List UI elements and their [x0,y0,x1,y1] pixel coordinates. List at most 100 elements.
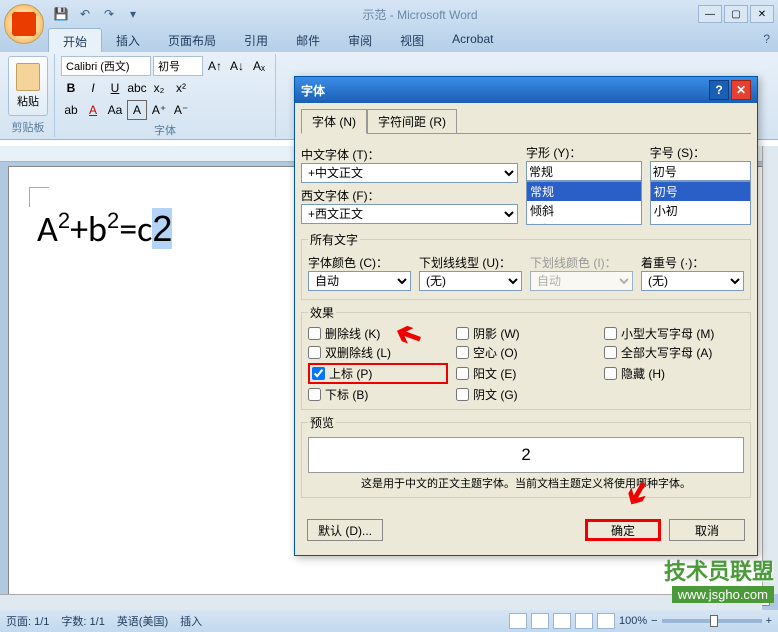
maximize-button[interactable]: ▢ [724,5,748,23]
font-dialog: 字体 ? ✕ 字体 (N) 字符间距 (R) 中文字体 (T)： +中文正文 西… [294,76,758,556]
font-group-label: 字体 [61,120,269,138]
tab-insert[interactable]: 插入 [102,28,154,52]
ok-button[interactable]: 确定 [585,519,661,541]
en-font-combo[interactable]: +西文正文 [301,204,518,224]
style-input[interactable] [526,161,642,181]
close-button[interactable]: ✕ [750,5,774,23]
preview-label: 预览 [308,414,336,431]
default-button[interactable]: 默认 (D)... [307,519,383,541]
superscript-button[interactable]: x² [171,78,191,98]
strike-checkbox[interactable]: 删除线 (K) [308,325,448,342]
emboss-checkbox[interactable]: 阳文 (E) [456,363,596,384]
zoom-in-button[interactable]: + [766,615,772,627]
grow-button[interactable]: A⁺ [149,100,169,120]
word-count[interactable]: 字数: 1/1 [61,613,104,629]
font-group: A↑ A↓ Aₓ B I U abc x₂ x² ab A Aa A A⁺ A⁻… [55,54,276,137]
language-status[interactable]: 英语(美国) [117,613,168,629]
draft-view[interactable] [597,613,615,629]
subscript-checkbox[interactable]: 下标 (B) [308,386,448,403]
list-item[interactable]: 初号 [651,182,750,201]
all-text-group: 所有文字 字体颜色 (C)：自动 下划线线型 (U)：(无) 下划线颜色 (I)… [301,231,751,300]
tab-references[interactable]: 引用 [230,28,282,52]
shadow-checkbox[interactable]: 阴影 (W) [456,325,596,342]
paste-button[interactable]: 粘贴 [8,56,48,116]
vertical-scrollbar[interactable] [762,146,778,594]
char-border-button[interactable]: A [127,100,147,120]
list-item[interactable]: 倾斜 [527,201,641,220]
office-button[interactable] [4,4,44,44]
zoom-level[interactable]: 100% [619,615,647,627]
font-color-combo[interactable]: 自动 [308,271,411,291]
grow-font-icon[interactable]: A↑ [205,56,225,76]
ribbon-tabs: 开始 插入 页面布局 引用 邮件 审阅 视图 Acrobat ? [0,28,778,52]
dialog-close-button[interactable]: ✕ [731,80,751,100]
clipboard-icon [16,63,40,91]
dialog-help-button[interactable]: ? [709,80,729,100]
change-case-button[interactable]: Aa [105,100,125,120]
horizontal-scrollbar[interactable] [0,594,762,610]
dialog-tab-font[interactable]: 字体 (N) [301,109,367,134]
clipboard-group: 粘贴 剪贴板 [2,54,55,137]
engrave-checkbox[interactable]: 阴文 (G) [456,386,596,403]
font-size-select[interactable] [153,56,203,76]
effects-group: 效果 删除线 (K) 阴影 (W) 小型大写字母 (M) 双删除线 (L) 空心… [301,304,751,410]
list-item[interactable]: 一号 [651,220,750,225]
dialog-tab-spacing[interactable]: 字符间距 (R) [367,109,457,134]
font-color-button[interactable]: A [83,100,103,120]
list-item[interactable]: 加粗 [527,220,641,225]
outline-view[interactable] [575,613,593,629]
emphasis-combo[interactable]: (无) [641,271,744,291]
list-item[interactable]: 小初 [651,201,750,220]
clipboard-group-label: 剪贴板 [8,117,48,135]
print-layout-view[interactable] [509,613,527,629]
tab-layout[interactable]: 页面布局 [154,28,230,52]
size-label: 字号 (S)： [650,144,751,161]
list-item[interactable]: 常规 [527,182,641,201]
highlight-button[interactable]: ab [61,100,81,120]
web-view[interactable] [553,613,571,629]
redo-icon[interactable]: ↷ [100,5,118,23]
tab-view[interactable]: 视图 [386,28,438,52]
bold-button[interactable]: B [61,78,81,98]
size-list[interactable]: 初号 小初 一号 [650,181,751,225]
size-input[interactable] [650,161,751,181]
ucolor-label: 下划线颜色 (I)： [530,254,633,271]
outline-checkbox[interactable]: 空心 (O) [456,344,596,361]
clear-format-icon[interactable]: Aₓ [249,56,269,76]
shrink-button[interactable]: A⁻ [171,100,191,120]
allcaps-checkbox[interactable]: 全部大写字母 (A) [604,344,744,361]
shrink-font-icon[interactable]: A↓ [227,56,247,76]
subscript-button[interactable]: x₂ [149,78,169,98]
save-icon[interactable]: 💾 [52,5,70,23]
cancel-button[interactable]: 取消 [669,519,745,541]
smallcaps-checkbox[interactable]: 小型大写字母 (M) [604,325,744,342]
tab-acrobat[interactable]: Acrobat [438,28,507,52]
undo-icon[interactable]: ↶ [76,5,94,23]
cn-font-combo[interactable]: +中文正文 [301,163,518,183]
font-name-select[interactable] [61,56,151,76]
quick-access-toolbar: 💾 ↶ ↷ ▾ [52,5,142,23]
superscript-checkbox[interactable]: 上标 (P) [308,363,448,384]
page-status[interactable]: 页面: 1/1 [6,613,49,629]
tab-review[interactable]: 审阅 [334,28,386,52]
underline-button[interactable]: U [105,78,125,98]
tab-mail[interactable]: 邮件 [282,28,334,52]
zoom-thumb[interactable] [710,615,718,627]
insert-mode[interactable]: 插入 [180,613,202,629]
dstrike-checkbox[interactable]: 双删除线 (L) [308,344,448,361]
help-icon[interactable]: ? [755,28,778,52]
zoom-slider[interactable] [662,619,762,623]
italic-button[interactable]: I [83,78,103,98]
strike-button[interactable]: abc [127,78,147,98]
window-title: 示范 - Microsoft Word [142,6,698,23]
style-list[interactable]: 常规 倾斜 加粗 [526,181,642,225]
minimize-button[interactable]: — [698,5,722,23]
tab-home[interactable]: 开始 [48,28,102,52]
hidden-checkbox[interactable]: 隐藏 (H) [604,363,744,384]
qat-dropdown-icon[interactable]: ▾ [124,5,142,23]
zoom-out-button[interactable]: − [651,615,657,627]
underline-combo[interactable]: (无) [419,271,522,291]
statusbar: 页面: 1/1 字数: 1/1 英语(美国) 插入 100% − + [0,610,778,632]
fullscreen-view[interactable] [531,613,549,629]
dialog-titlebar[interactable]: 字体 ? ✕ [295,77,757,103]
